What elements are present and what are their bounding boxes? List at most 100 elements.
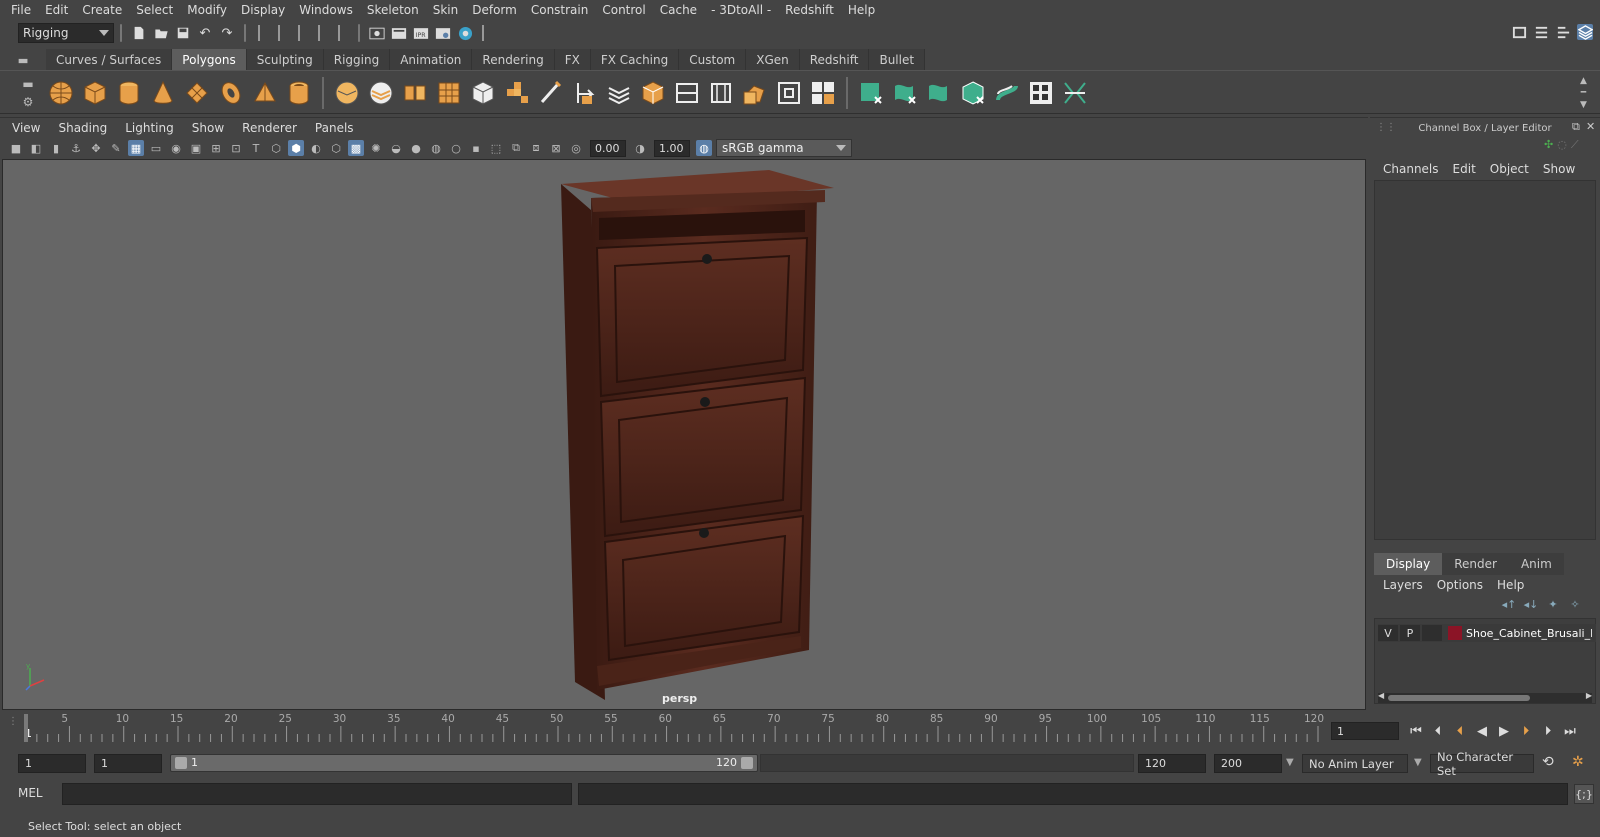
extract-icon[interactable] [400,78,430,108]
target-weld-icon[interactable] [774,78,804,108]
layer-menu-layers[interactable]: Layers [1376,578,1430,592]
layer-display-type-toggle[interactable] [1422,625,1442,641]
layer-menu-options[interactable]: Options [1430,578,1490,592]
collapse-arrow[interactable] [482,25,490,41]
hyper-icon[interactable]: ⟋ [1571,138,1579,152]
exposure-field[interactable]: 0.00 [590,139,626,157]
play-forwards-icon[interactable]: ▶ [1493,724,1515,739]
menu-create[interactable]: Create [75,3,129,17]
safe-title-icon[interactable]: T [248,140,264,156]
bridge-icon[interactable] [672,78,702,108]
range-end-handle[interactable] [741,757,753,769]
layout-uvs-icon[interactable] [1026,78,1056,108]
character-set-dropdown[interactable]: No Character Set [1430,750,1534,778]
menu-set-dropdown[interactable]: Rigging [18,23,114,43]
bool-icon[interactable] [468,78,498,108]
collapse-arrow[interactable] [278,25,286,41]
xray-components-icon[interactable]: ⊠ [548,140,564,156]
grid-icon[interactable]: ▦ [128,140,144,156]
save-scene-icon[interactable] [175,25,191,41]
gear-icon[interactable]: ⚙ [23,95,34,109]
isolate-select-icon[interactable]: ⬚ [488,140,504,156]
layer-tab-display[interactable]: Display [1374,553,1443,575]
bookmark-icon[interactable]: ▮ [48,140,64,156]
separate-icon[interactable] [366,78,396,108]
attribute-editor-icon[interactable] [1533,24,1549,40]
shelf-tab-curves-surfaces[interactable]: Curves / Surfaces [46,49,173,70]
poly-pyramid-icon[interactable] [250,78,280,108]
current-frame-field[interactable]: 1 [1331,722,1399,740]
undo-icon[interactable]: ↶ [197,25,213,41]
playback-start-field[interactable]: 1 [94,754,162,773]
playback-end-field[interactable]: 120 [1138,754,1206,773]
animation-start-field[interactable]: 1 [18,754,86,773]
scroll-left-icon[interactable]: ◀ [1378,691,1384,700]
shelf-menu-icon[interactable]: ▬ [0,49,46,70]
menu-help[interactable]: Help [841,3,882,17]
menu-deform[interactable]: Deform [465,3,524,17]
channel-box-area[interactable] [1374,180,1596,540]
menu-edit[interactable]: Edit [38,3,75,17]
command-language-label[interactable]: MEL [18,786,43,800]
planar-mapping-icon[interactable] [890,78,920,108]
range-slider-track[interactable] [760,754,1134,772]
shelf-tab-xgen[interactable]: XGen [746,49,800,70]
tool-settings-icon[interactable] [1555,24,1571,40]
scroll-right-icon[interactable]: ▶ [1586,691,1592,700]
panel-menu-renderer[interactable]: Renderer [233,121,306,135]
render-current-frame-icon[interactable] [391,25,407,41]
image-plane-icon[interactable]: ⚓ [68,140,84,156]
layer-tab-render[interactable]: Render [1442,553,1509,575]
gate-mask-icon[interactable]: ▣ [188,140,204,156]
channel-menu-edit[interactable]: Edit [1446,162,1483,176]
anim-layer-dropdown[interactable]: No Anim Layer [1302,754,1408,773]
panel-menu-panels[interactable]: Panels [306,121,363,135]
use-all-lights-icon[interactable]: ✺ [368,140,384,156]
new-layer-icon[interactable]: ✦ [1544,598,1562,612]
go-to-start-icon[interactable]: ⏮ [1405,724,1427,739]
exposure-icon[interactable]: ◎ [568,140,584,156]
mirror-icon[interactable] [502,78,532,108]
shelf-tab-bullet[interactable]: Bullet [869,49,926,70]
select-camera-icon[interactable]: ■ [8,140,24,156]
redo-icon[interactable]: ↷ [219,25,235,41]
smooth-shade-icon[interactable]: ⬢ [288,140,304,156]
preferences-icon[interactable]: ✲ [1572,754,1584,770]
script-editor-icon[interactable]: {;} [1574,784,1594,804]
menu-modify[interactable]: Modify [180,3,234,17]
move-layer-up-icon[interactable]: ◂↑ [1500,598,1518,612]
range-start-handle[interactable] [175,757,187,769]
poly-pipe-icon[interactable] [284,78,314,108]
menu-control[interactable]: Control [595,3,652,17]
cylindrical-mapping-icon[interactable] [924,78,954,108]
textured-icon[interactable]: ▩ [348,140,364,156]
layer-visibility-toggle[interactable]: V [1378,625,1398,641]
bevel-icon[interactable] [706,78,736,108]
panel-menu-shading[interactable]: Shading [49,121,116,135]
poly-cube-icon[interactable] [80,78,110,108]
shelf-tab-rendering[interactable]: Rendering [472,49,555,70]
step-back-frame-icon[interactable]: ⏴ [1427,724,1449,739]
range-slider-bar[interactable]: 1 120 [170,754,758,772]
view-transform-icon[interactable]: ◍ [696,140,712,156]
menu-redshift[interactable]: Redshift [778,3,841,17]
extrude-icon[interactable] [638,78,668,108]
menu-skeleton[interactable]: Skeleton [360,3,426,17]
wireframe-on-shaded-icon[interactable]: ⬡ [328,140,344,156]
chevron-down-icon[interactable]: ▼ [1286,757,1294,768]
insert-edge-loop-icon[interactable] [570,78,600,108]
shoe-cabinet-model[interactable] [555,170,845,700]
command-input[interactable] [62,783,572,805]
hypershade-icon[interactable] [457,25,473,41]
panel-menu-show[interactable]: Show [183,121,233,135]
menu-select[interactable]: Select [129,3,180,17]
uv-editor-icon[interactable] [856,78,886,108]
collapse-arrow[interactable] [258,25,266,41]
wireframe-icon[interactable]: ⬡ [268,140,284,156]
cut-uv-edges-icon[interactable] [1060,78,1090,108]
2d-pan-zoom-icon[interactable]: ✥ [88,140,104,156]
shelf-tabs-icon[interactable]: ▬ [22,77,33,91]
render-view-icon[interactable] [369,25,385,41]
shelf-tab-rigging[interactable]: Rigging [323,49,391,70]
shadows-icon[interactable]: ◒ [388,140,404,156]
